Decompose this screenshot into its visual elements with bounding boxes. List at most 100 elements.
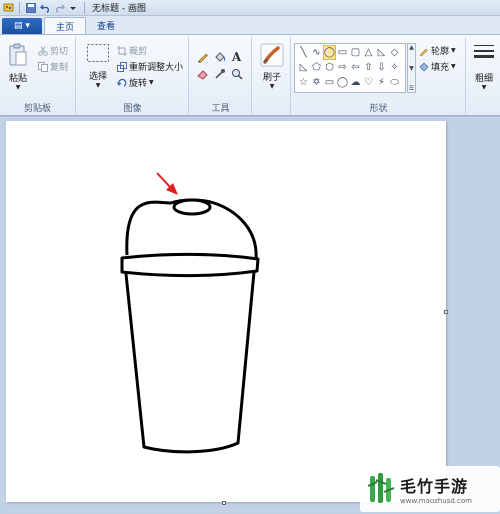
cup-body xyxy=(124,271,256,454)
magnifier-icon[interactable] xyxy=(229,66,244,81)
select-button[interactable]: 选择 ▼ xyxy=(83,43,113,89)
chevron-down-icon: ▼ xyxy=(15,84,21,91)
chevron-down-icon: ▼ xyxy=(149,79,154,86)
text-icon[interactable]: A xyxy=(229,49,244,64)
outline-button[interactable]: 轮廓 ▼ xyxy=(419,44,456,57)
shapes-group-label: 形状 xyxy=(369,104,388,114)
tools-grid: A xyxy=(195,49,244,81)
shape-option[interactable]: ◺ xyxy=(375,45,388,60)
window-title: 无标题 - 画图 xyxy=(92,4,146,14)
app-menu-button[interactable]: ▤ ▾ xyxy=(2,18,42,34)
shape-option[interactable]: △ xyxy=(362,45,375,60)
fill-shape-button[interactable]: 填充 ▼ xyxy=(419,60,456,73)
expand-icon[interactable]: ☰ xyxy=(409,85,414,92)
paste-label: 粘贴 xyxy=(8,74,27,84)
clipboard-group: 粘贴 ▼ 剪切 复制 剪贴板 xyxy=(0,37,76,115)
crop-label: 裁剪 xyxy=(129,47,148,57)
scroll-down-icon[interactable]: ▼ xyxy=(409,65,414,72)
shape-option[interactable]: ♡ xyxy=(362,75,375,90)
brushes-group: 刷子 ▼ xyxy=(253,37,291,115)
ribbon-tab-row: ▤ ▾ 主页 查看 xyxy=(0,16,500,34)
customize-dropdown-icon[interactable] xyxy=(67,2,79,14)
title-bar: 无标题 - 画图 xyxy=(0,0,500,16)
rotate-button[interactable]: 旋转 ▼ xyxy=(117,76,154,89)
shape-option[interactable]: ▢ xyxy=(349,45,362,60)
cup-rim xyxy=(120,252,260,278)
watermark-url: www.maozhusd.com xyxy=(400,497,472,505)
scissors-icon xyxy=(38,45,48,56)
shape-option[interactable]: ⚡ xyxy=(375,75,388,90)
paint-app-icon[interactable] xyxy=(2,2,14,14)
shape-option[interactable]: ⬠ xyxy=(310,60,323,75)
shape-option[interactable]: ◇ xyxy=(388,45,401,60)
crop-icon xyxy=(117,45,127,56)
cut-label: 剪切 xyxy=(50,47,69,57)
tab-home[interactable]: 主页 xyxy=(44,17,87,34)
scroll-up-icon[interactable]: ▲ xyxy=(409,44,414,51)
size-group: 粗细 ▼ xyxy=(467,37,500,115)
chevron-down-icon: ▼ xyxy=(451,63,456,70)
quick-access-toolbar xyxy=(0,1,88,14)
shape-option[interactable]: ▭ xyxy=(336,45,349,60)
save-icon[interactable] xyxy=(25,2,37,14)
shape-option[interactable]: ◺ xyxy=(297,60,310,75)
ribbon: 粘贴 ▼ 剪切 复制 剪贴板 选择 ▼ 裁剪 重新调整大小 旋转 ▼ 图像 A … xyxy=(0,34,500,116)
drawing-canvas[interactable] xyxy=(6,121,446,502)
shape-option[interactable]: ☆ xyxy=(297,75,310,90)
brushes-button[interactable]: 刷子 ▼ xyxy=(258,43,286,90)
outline-pen-icon xyxy=(419,46,429,56)
size-button[interactable]: 粗细 ▼ xyxy=(471,43,497,91)
rotate-label: 旋转 xyxy=(129,79,148,89)
shape-option[interactable]: ⇦ xyxy=(349,60,362,75)
shape-option[interactable]: ◯ xyxy=(323,45,336,60)
redo-icon[interactable] xyxy=(53,2,65,14)
bamboo-logo-icon xyxy=(366,472,396,506)
shape-option[interactable]: ◯ xyxy=(336,75,349,90)
shape-option[interactable]: ╲ xyxy=(297,45,310,60)
shape-option[interactable]: ∿ xyxy=(310,45,323,60)
shape-option[interactable]: ⇨ xyxy=(336,60,349,75)
workspace[interactable] xyxy=(0,117,500,514)
size-label: 粗细 xyxy=(474,74,493,84)
watermark-name: 毛竹手游 xyxy=(400,477,469,496)
paste-icon xyxy=(8,43,28,67)
canvas-resize-handle-bottom[interactable] xyxy=(222,501,226,505)
chevron-down-icon: ▼ xyxy=(269,83,275,90)
undo-icon[interactable] xyxy=(39,2,51,14)
watermark: 毛竹手游 www.maozhusd.com xyxy=(360,466,500,512)
clipboard-group-label: 剪贴板 xyxy=(23,104,51,114)
brush-icon xyxy=(260,43,284,67)
crop-button[interactable]: 裁剪 xyxy=(117,44,147,57)
eraser-icon[interactable] xyxy=(195,66,210,81)
shapes-gallery-scrollbar[interactable]: ▲ ▼ ☰ xyxy=(407,43,416,93)
cut-button[interactable]: 剪切 xyxy=(38,44,68,57)
copy-button[interactable]: 复制 xyxy=(38,60,68,73)
resize-label: 重新调整大小 xyxy=(129,63,184,73)
cup-lid-opening xyxy=(172,198,212,216)
shape-option[interactable]: ⇧ xyxy=(362,60,375,75)
chevron-down-icon: ▼ xyxy=(95,82,101,89)
copy-label: 复制 xyxy=(50,63,69,73)
resize-button[interactable]: 重新调整大小 xyxy=(117,60,183,73)
tools-group-label: 工具 xyxy=(211,104,230,114)
brushes-label: 刷子 xyxy=(262,73,281,83)
shape-option[interactable]: ☁ xyxy=(349,75,362,90)
canvas-resize-handle-right[interactable] xyxy=(444,310,448,314)
shape-option[interactable]: ✡ xyxy=(310,75,323,90)
shape-option[interactable]: ▭ xyxy=(323,75,336,90)
shape-option[interactable]: ⬭ xyxy=(388,75,401,90)
divider xyxy=(84,1,85,14)
shape-option[interactable]: ⇩ xyxy=(375,60,388,75)
pencil-icon[interactable] xyxy=(195,49,210,64)
select-rectangle-icon xyxy=(86,43,110,63)
color-picker-icon[interactable] xyxy=(212,66,227,81)
shapes-gallery: ╲ ∿ ◯ ▭ ▢ △ ◺ ◇ ◺ ⬠ ⬡ ⇨ ⇦ ⇧ ⇩ ✧ ☆ ✡ ▭ ◯ ☁ ♡ ⚡ ⬭ xyxy=(294,43,406,93)
paste-button[interactable]: 粘贴 ▼ xyxy=(4,43,32,91)
tab-view[interactable]: 查看 xyxy=(86,17,126,34)
shape-option[interactable]: ⬡ xyxy=(323,60,336,75)
rotate-icon xyxy=(117,78,127,88)
line-thickness-icon xyxy=(473,43,495,63)
shape-option[interactable]: ✧ xyxy=(388,60,401,75)
fill-icon[interactable] xyxy=(212,49,227,64)
fill-shape-label: 填充 xyxy=(431,63,450,73)
